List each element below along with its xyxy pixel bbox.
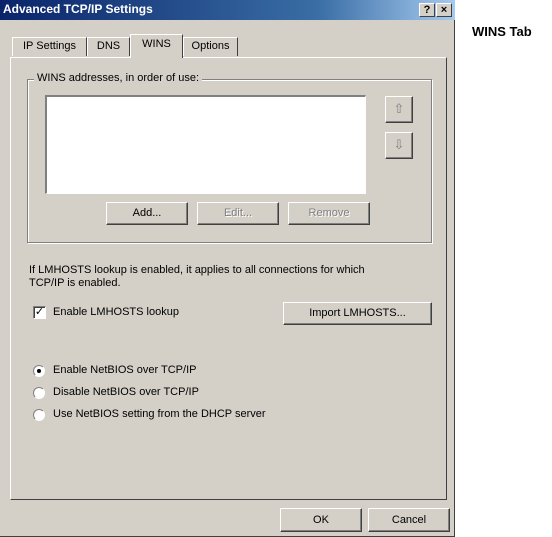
check-mark-icon: ✓ bbox=[34, 306, 45, 318]
arrow-up-icon: ⇧ bbox=[393, 101, 405, 116]
radio-selected-dot bbox=[37, 369, 41, 373]
tab-options[interactable]: Options bbox=[183, 37, 238, 56]
add-button[interactable]: Add... bbox=[106, 202, 188, 225]
lmhosts-description-line2: TCP/IP is enabled. bbox=[29, 277, 121, 289]
disable-netbios-radio[interactable] bbox=[33, 387, 45, 399]
help-button[interactable]: ? bbox=[419, 3, 435, 17]
netbios-dhcp-label[interactable]: Use NetBIOS setting from the DHCP server bbox=[53, 408, 266, 420]
arrow-down-icon: ⇩ bbox=[393, 137, 405, 152]
close-button[interactable]: × bbox=[436, 3, 452, 17]
move-up-button[interactable]: ⇧ bbox=[385, 96, 413, 123]
wins-addresses-group-label: WINS addresses, in order of use: bbox=[34, 72, 203, 84]
enable-netbios-label[interactable]: Enable NetBIOS over TCP/IP bbox=[53, 364, 196, 376]
tab-wins[interactable]: WINS bbox=[130, 34, 183, 58]
move-down-button[interactable]: ⇩ bbox=[385, 132, 413, 159]
disable-netbios-label[interactable]: Disable NetBIOS over TCP/IP bbox=[53, 386, 199, 398]
cancel-button[interactable]: Cancel bbox=[368, 508, 450, 532]
ok-button[interactable]: OK bbox=[280, 508, 362, 532]
advanced-tcpip-settings-dialog: Advanced TCP/IP Settings ? × IP Settings… bbox=[0, 0, 455, 537]
enable-lmhosts-label[interactable]: Enable LMHOSTS lookup bbox=[53, 306, 179, 318]
tab-dns[interactable]: DNS bbox=[87, 37, 130, 56]
lmhosts-description-line1: If LMHOSTS lookup is enabled, it applies… bbox=[29, 264, 365, 276]
title-bar[interactable]: Advanced TCP/IP Settings ? × bbox=[0, 0, 455, 20]
window-title: Advanced TCP/IP Settings bbox=[3, 2, 153, 16]
enable-lmhosts-checkbox[interactable]: ✓ bbox=[33, 306, 46, 319]
netbios-dhcp-radio[interactable] bbox=[33, 409, 45, 421]
tab-ip-settings[interactable]: IP Settings bbox=[12, 37, 87, 56]
remove-button[interactable]: Remove bbox=[288, 202, 370, 225]
edit-button[interactable]: Edit... bbox=[197, 202, 279, 225]
enable-netbios-radio[interactable] bbox=[33, 365, 45, 377]
figure-caption: WINS Tab bbox=[472, 24, 532, 39]
import-lmhosts-button[interactable]: Import LMHOSTS... bbox=[283, 302, 432, 325]
wins-addresses-list[interactable] bbox=[45, 95, 366, 194]
